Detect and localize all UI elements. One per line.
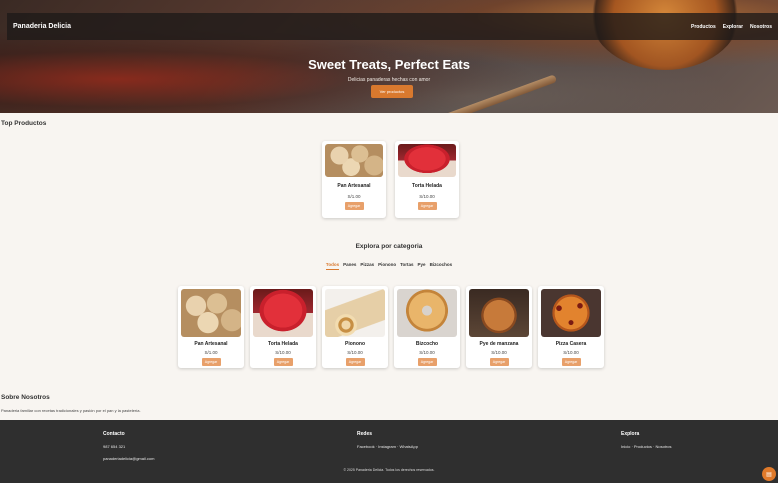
footer-social-title: Redes (357, 431, 373, 437)
product-price: S/1.00 (347, 194, 361, 199)
cake-image (398, 144, 456, 177)
about-text: Panaderia familiar con recetas tradicion… (1, 408, 141, 413)
bizcocho-image (397, 289, 457, 337)
product-name: Torta Helada (412, 183, 442, 189)
footer-explore-links[interactable]: Inicio · Productos · Nosotros (621, 444, 671, 449)
pionono-image (325, 289, 385, 337)
category-product-card: Pye de manzana S/10.00 Agregar (466, 286, 532, 368)
top-products-title: Top Productos (1, 120, 47, 127)
product-price: S/10.00 (419, 350, 435, 355)
ver-productos-button[interactable]: Ver productos (371, 85, 413, 98)
footer-contact: Contacto 987 654 321 panaderiadelicia@gm… (103, 431, 154, 461)
product-price: S/10.00 (275, 350, 291, 355)
add-to-cart-button[interactable]: Agregar (273, 358, 293, 366)
add-to-cart-button[interactable]: Agregar (345, 358, 365, 366)
navbar: Panaderia Delicia Productos Explorar Nos… (7, 13, 778, 40)
category-product-card: Torta Helada S/10.00 Agregar (250, 286, 316, 368)
filter-pionono[interactable]: Pionono (378, 262, 396, 270)
add-to-cart-button[interactable]: Agregar (489, 358, 509, 366)
add-to-cart-button[interactable]: Agregar (201, 358, 221, 366)
product-name: Pan Artesanal (194, 341, 228, 347)
category-product-card: Pionono S/10.00 Agregar (322, 286, 388, 368)
footer: Contacto 987 654 321 panaderiadelicia@gm… (0, 420, 778, 483)
bread-image (325, 144, 383, 177)
nav-link-nosotros[interactable]: Nosotros (750, 24, 772, 30)
nav-link-productos[interactable]: Productos (691, 24, 716, 30)
footer-explore-title: Explora (621, 431, 640, 437)
footer-contact-title: Contacto (103, 431, 125, 437)
filter-todos[interactable]: Todos (325, 262, 340, 270)
footer-copyright: © 2025 Panaderia Delicia. Todos los dere… (343, 468, 435, 472)
add-to-cart-button[interactable]: Agregar (344, 202, 364, 210)
product-price: S/1.00 (204, 350, 218, 355)
pie-image (469, 289, 529, 337)
product-price: S/10.00 (347, 350, 363, 355)
footer-social-links[interactable]: Facebook · Instagram · WhatsApp (357, 444, 418, 449)
category-filters: Todos Panes Pizzas Pionono Tortas Pye Bi… (0, 262, 778, 270)
categories-title: Explora por categoria (355, 243, 423, 250)
product-name: Pionono (345, 341, 365, 347)
product-name: Pan Artesanal (337, 183, 371, 189)
product-name: Pye de manzana (479, 341, 519, 347)
product-name: Bizcocho (415, 341, 439, 347)
category-product-card: Pan Artesanal S/1.00 Agregar (178, 286, 244, 368)
hero-title: Sweet Treats, Perfect Eats (308, 57, 470, 72)
pizza-image (541, 289, 601, 337)
add-to-cart-button[interactable]: Agregar (561, 358, 581, 366)
footer-email[interactable]: panaderiadelicia@gmail.com (103, 456, 154, 461)
nav-link-explorar[interactable]: Explorar (723, 24, 743, 30)
cake-image (253, 289, 313, 337)
filter-tortas[interactable]: Tortas (400, 262, 413, 270)
top-product-card: Pan Artesanal S/1.00 Agregar (322, 141, 386, 218)
add-to-cart-button[interactable]: Agregar (417, 202, 437, 210)
footer-phone: 987 654 321 (103, 444, 126, 449)
product-name: Torta Helada (268, 341, 298, 347)
hero-banner: Panaderia Delicia Productos Explorar Nos… (0, 0, 778, 113)
add-to-cart-button[interactable]: Agregar (417, 358, 437, 366)
top-product-card: Torta Helada S/10.00 Agregar (395, 141, 459, 218)
filter-pye[interactable]: Pye (418, 262, 426, 270)
category-product-card: Pizza Casera S/10.00 Agregar (538, 286, 604, 368)
about-title: Sobre Nosotros (1, 394, 50, 401)
filter-pizzas[interactable]: Pizzas (360, 262, 374, 270)
product-price: S/10.00 (563, 350, 579, 355)
hero-subtitle: Delicias panaderas hechas con amor (347, 77, 431, 83)
filter-panes[interactable]: Panes (343, 262, 356, 270)
footer-social: Redes Facebook · Instagram · WhatsApp (357, 431, 418, 449)
product-price: S/10.00 (491, 350, 507, 355)
bread-image (181, 289, 241, 337)
nav-links: Productos Explorar Nosotros (691, 24, 772, 30)
category-product-card: Bizcocho S/10.00 Agregar (394, 286, 460, 368)
cart-icon: ▤ (766, 471, 772, 478)
filter-bizcochos[interactable]: Bizcochos (430, 262, 453, 270)
footer-explore: Explora Inicio · Productos · Nosotros (621, 431, 671, 449)
product-price: S/10.00 (419, 194, 435, 199)
brand-logo[interactable]: Panaderia Delicia (13, 23, 71, 30)
cart-fab-button[interactable]: ▤ (762, 467, 776, 481)
product-name: Pizza Casera (555, 341, 587, 347)
